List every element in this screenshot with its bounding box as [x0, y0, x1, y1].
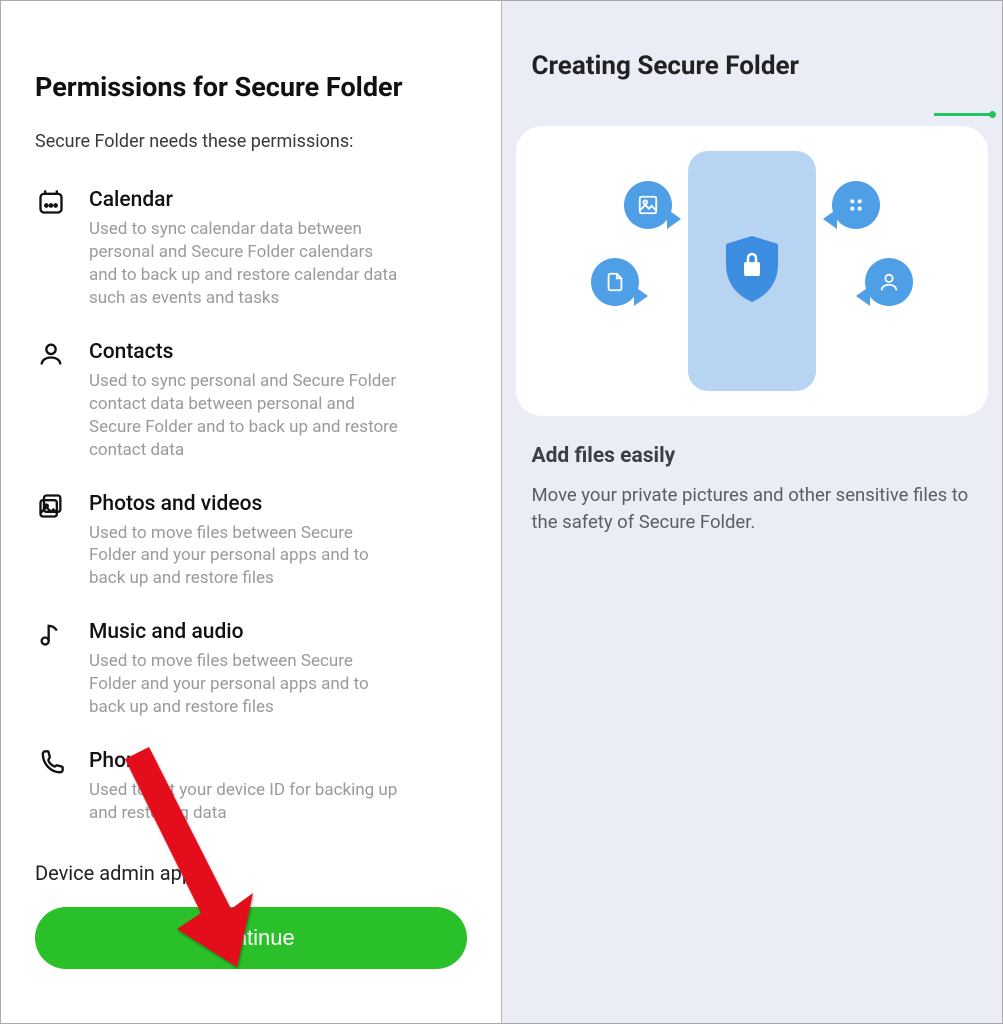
- music-icon: [35, 620, 67, 648]
- page-title: Permissions for Secure Folder: [35, 71, 467, 103]
- permissions-pane: Permissions for Secure Folder Secure Fol…: [1, 1, 502, 1023]
- intro-text: Secure Folder needs these permissions:: [35, 131, 467, 152]
- permission-title: Calendar: [89, 188, 467, 212]
- permission-item-phone: Phone Used to get your device ID for bac…: [35, 749, 467, 825]
- permission-desc: Used to get your device ID for backing u…: [89, 779, 399, 825]
- file-icon: [591, 258, 639, 306]
- page-title: Creating Secure Folder: [532, 51, 973, 81]
- user-icon: [865, 258, 913, 306]
- permission-item-calendar: Calendar Used to sync calendar data betw…: [35, 188, 467, 310]
- info-block: Add files easily Move your private pictu…: [502, 416, 1003, 564]
- phone-illustration: [688, 151, 816, 391]
- permission-title: Photos and videos: [89, 492, 467, 516]
- permissions-list: Calendar Used to sync calendar data betw…: [35, 188, 467, 825]
- permission-item-music: Music and audio Used to move files betwe…: [35, 620, 467, 719]
- permission-item-photos: Photos and videos Used to move files bet…: [35, 492, 467, 591]
- permission-desc: Used to move files between Secure Folder…: [89, 522, 399, 591]
- calendar-icon: [35, 188, 67, 216]
- permission-title: Contacts: [89, 340, 467, 364]
- apps-icon: [832, 181, 880, 229]
- contacts-icon: [35, 340, 67, 368]
- info-title: Add files easily: [532, 444, 973, 468]
- permission-desc: Used to sync personal and Secure Folder …: [89, 370, 399, 462]
- permission-desc: Used to move files between Secure Folder…: [89, 650, 399, 719]
- photos-icon: [35, 492, 67, 520]
- permission-title: Phone: [89, 749, 467, 773]
- permission-desc: Used to sync calendar data between perso…: [89, 218, 399, 310]
- creating-pane: Creating Secure Folder Add files easily …: [502, 1, 1003, 1023]
- info-desc: Move your private pictures and other sen…: [532, 482, 973, 536]
- phone-icon: [35, 749, 67, 777]
- permission-item-contacts: Contacts Used to sync personal and Secur…: [35, 340, 467, 462]
- illustration-card: [516, 126, 989, 416]
- permission-title: Music and audio: [89, 620, 467, 644]
- shield-lock-icon: [722, 234, 782, 308]
- continue-button[interactable]: Continue: [35, 907, 467, 969]
- progress-bar: [510, 113, 995, 116]
- image-icon: [624, 181, 672, 229]
- device-admin-header: Device admin app: [35, 861, 467, 885]
- right-header: Creating Secure Folder: [502, 1, 1003, 113]
